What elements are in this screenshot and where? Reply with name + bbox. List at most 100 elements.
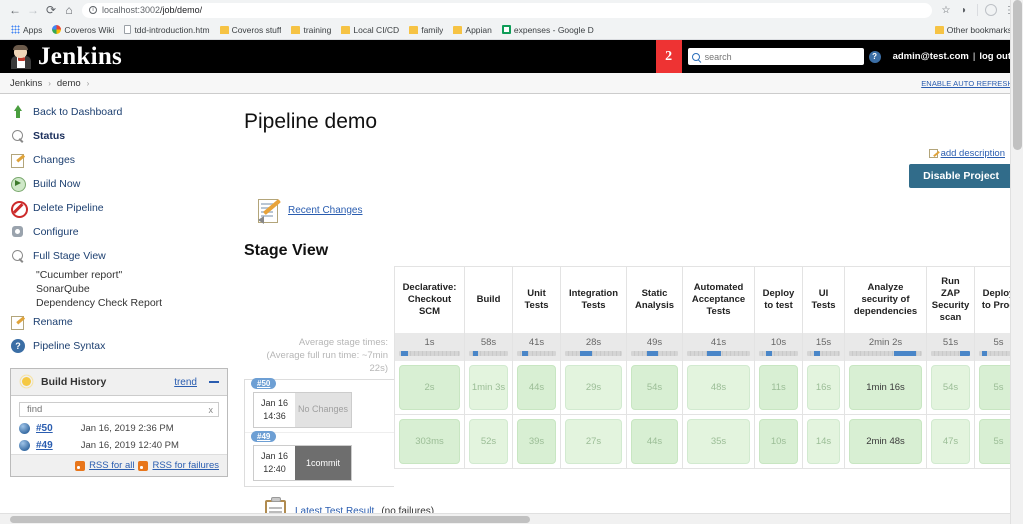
bookmark-apps[interactable]: Apps xyxy=(6,25,47,35)
build-history-row[interactable]: #49 Jan 16, 2019 12:40 PM xyxy=(11,437,227,454)
scrollbar-thumb[interactable] xyxy=(1013,0,1022,150)
stage-run-cell[interactable]: 1min 16s xyxy=(844,360,927,415)
jenkins-header: Jenkins 2 ? admin@test.com | log out xyxy=(0,40,1023,73)
page-scrollbar-vertical[interactable] xyxy=(1010,0,1023,524)
disable-project-button[interactable]: Disable Project xyxy=(909,164,1013,188)
find-input[interactable] xyxy=(25,403,209,416)
rss-for-failures-link[interactable]: RSS for failures xyxy=(152,460,219,471)
sidebar-item-status[interactable]: Status xyxy=(0,124,236,148)
breadcrumb-item-demo[interactable]: demo xyxy=(57,78,81,89)
home-icon[interactable]: ⌂ xyxy=(60,1,78,19)
enable-auto-refresh-link[interactable]: ENABLE AUTO REFRESH xyxy=(921,79,1013,88)
stage-run-cell[interactable]: 14s xyxy=(802,414,845,469)
sidebar-item-changes[interactable]: Changes xyxy=(0,148,236,172)
bookmark-appian[interactable]: Appian xyxy=(448,25,496,35)
sidebar-item-configure[interactable]: Configure xyxy=(0,220,236,244)
profile-avatar-icon[interactable] xyxy=(983,2,999,18)
run-row-header: #50 Jan 16 14:36 No Changes xyxy=(245,378,394,433)
sidebar-item-delete-pipeline[interactable]: Delete Pipeline xyxy=(0,196,236,220)
stage-run-cell[interactable]: 303ms xyxy=(394,414,465,469)
dark-mode-icon[interactable]: ◗ xyxy=(956,2,972,18)
stage-view-table: Declarative: Checkout SCM Build Unit Tests… xyxy=(394,266,1023,469)
clear-find-icon[interactable]: x xyxy=(209,405,214,415)
bookmark-local-ci-cd[interactable]: Local CI/CD xyxy=(336,25,404,35)
magnifier-icon xyxy=(10,128,26,144)
run-build-badge[interactable]: #49 xyxy=(251,431,277,442)
build-trend-link[interactable]: trend xyxy=(174,377,197,388)
sidebar-item-rename[interactable]: Rename xyxy=(0,310,236,334)
header-separator: | xyxy=(972,51,976,62)
jenkins-logo-link[interactable]: Jenkins xyxy=(0,43,122,71)
stage-run-cell[interactable]: 35s xyxy=(682,414,755,469)
build-queue-badge[interactable]: 2 xyxy=(655,40,682,73)
build-number-link[interactable]: #49 xyxy=(36,440,53,451)
breadcrumb-arrow-icon: › xyxy=(48,78,51,88)
sidebar-item-label: Status xyxy=(33,130,66,142)
run-build-badge[interactable]: #50 xyxy=(251,378,277,389)
bookmark-expenses[interactable]: expenses - Google D xyxy=(497,25,599,35)
forward-icon[interactable]: → xyxy=(24,1,42,19)
rss-for-all-link[interactable]: RSS for all xyxy=(89,460,134,471)
stage-run-cell[interactable]: 44s xyxy=(626,414,683,469)
user-account-link[interactable]: admin@test.com xyxy=(893,51,969,62)
bookmark-label: tdd-introduction.htm xyxy=(134,24,210,35)
address-bar[interactable]: i localhost:3002/job/demo/ xyxy=(82,2,932,18)
search-input[interactable] xyxy=(702,50,860,63)
breadcrumb-item-jenkins[interactable]: Jenkins xyxy=(10,78,42,89)
logout-link[interactable]: log out xyxy=(979,51,1011,62)
stage-run-cell[interactable]: 2min 48s xyxy=(844,414,927,469)
stage-run-cell[interactable]: 27s xyxy=(560,414,627,469)
stage-run-cell[interactable]: 54s xyxy=(926,360,975,415)
add-description-link[interactable]: add description xyxy=(928,148,1005,159)
sidebar-item-back-to-dashboard[interactable]: Back to Dashboard xyxy=(0,100,236,124)
site-info-icon[interactable]: i xyxy=(89,6,97,14)
stage-run-cell[interactable]: 44s xyxy=(512,360,561,415)
stage-run-cell[interactable]: 11s xyxy=(754,360,803,415)
browser-chrome: ← → ⟳ ⌂ i localhost:3002/job/demo/ ☆ ◗ ⋮… xyxy=(0,0,1023,40)
sidebar-item-full-stage-view[interactable]: Full Stage View xyxy=(0,244,236,268)
sidebar-item-pipeline-syntax[interactable]: ? Pipeline Syntax xyxy=(0,334,236,358)
sidebar-item-dependency-check-report[interactable]: Dependency Check Report xyxy=(0,296,236,310)
recent-changes-link[interactable]: Recent Changes xyxy=(288,205,363,216)
stage-run-cell[interactable]: 1min 3s xyxy=(464,360,513,415)
bookmark-star-icon[interactable]: ☆ xyxy=(938,2,954,18)
sidebar-item-sonarqube[interactable]: SonarQube xyxy=(0,282,236,296)
run-changes-commits[interactable]: 1 commit xyxy=(295,446,352,480)
recent-changes-row[interactable]: Recent Changes xyxy=(244,196,1023,224)
help-icon[interactable]: ? xyxy=(868,50,881,63)
sidebar-item-cucumber-report[interactable]: "Cucumber report" xyxy=(0,268,236,282)
page-body: Back to Dashboard Status Changes Build N… xyxy=(0,94,1023,524)
bookmark-tdd-introduction[interactable]: tdd-introduction.htm xyxy=(119,25,214,35)
run-date-day: Jan 16 xyxy=(261,451,289,461)
build-history-row[interactable]: #50 Jan 16, 2019 2:36 PM xyxy=(11,420,227,437)
search-box[interactable] xyxy=(687,48,864,65)
sidebar-item-build-now[interactable]: Build Now xyxy=(0,172,236,196)
collapse-icon[interactable] xyxy=(209,381,219,383)
back-icon[interactable]: ← xyxy=(6,1,24,19)
search-icon xyxy=(691,52,700,61)
build-number-link[interactable]: #50 xyxy=(36,423,53,434)
help-icon: ? xyxy=(10,338,26,354)
bookmark-family[interactable]: family xyxy=(404,25,448,35)
bookmark-coveros-wiki[interactable]: Coveros Wiki xyxy=(47,25,119,35)
other-bookmarks-folder[interactable]: Other bookmarks xyxy=(930,25,1017,35)
reload-icon[interactable]: ⟳ xyxy=(42,1,60,19)
stage-run-cell[interactable]: 29s xyxy=(560,360,627,415)
stage-run-cell[interactable]: 48s xyxy=(682,360,755,415)
bookmark-training[interactable]: training xyxy=(286,25,336,35)
bookmark-label: Local CI/CD xyxy=(353,24,400,35)
stage-view: Average stage times: (Average full run t… xyxy=(244,266,1023,487)
stage-run-cell[interactable]: 54s xyxy=(626,360,683,415)
stage-run-cell[interactable]: 47s xyxy=(926,414,975,469)
build-history-filter[interactable]: x xyxy=(19,402,219,417)
stage-run-cell[interactable]: 2s xyxy=(394,360,465,415)
stage-run-cell[interactable]: 16s xyxy=(802,360,845,415)
stage-run-cell[interactable]: 39s xyxy=(512,414,561,469)
stage-run-cell[interactable]: 10s xyxy=(754,414,803,469)
bookmark-coveros-stuff[interactable]: Coveros stuff xyxy=(215,25,287,35)
folder-icon xyxy=(341,25,351,34)
stage-run-cell[interactable]: 52s xyxy=(464,414,513,469)
scrollbar-thumb[interactable] xyxy=(10,516,530,523)
run-changes-none[interactable]: No Changes xyxy=(295,392,352,427)
page-scrollbar-horizontal[interactable] xyxy=(0,513,1010,524)
